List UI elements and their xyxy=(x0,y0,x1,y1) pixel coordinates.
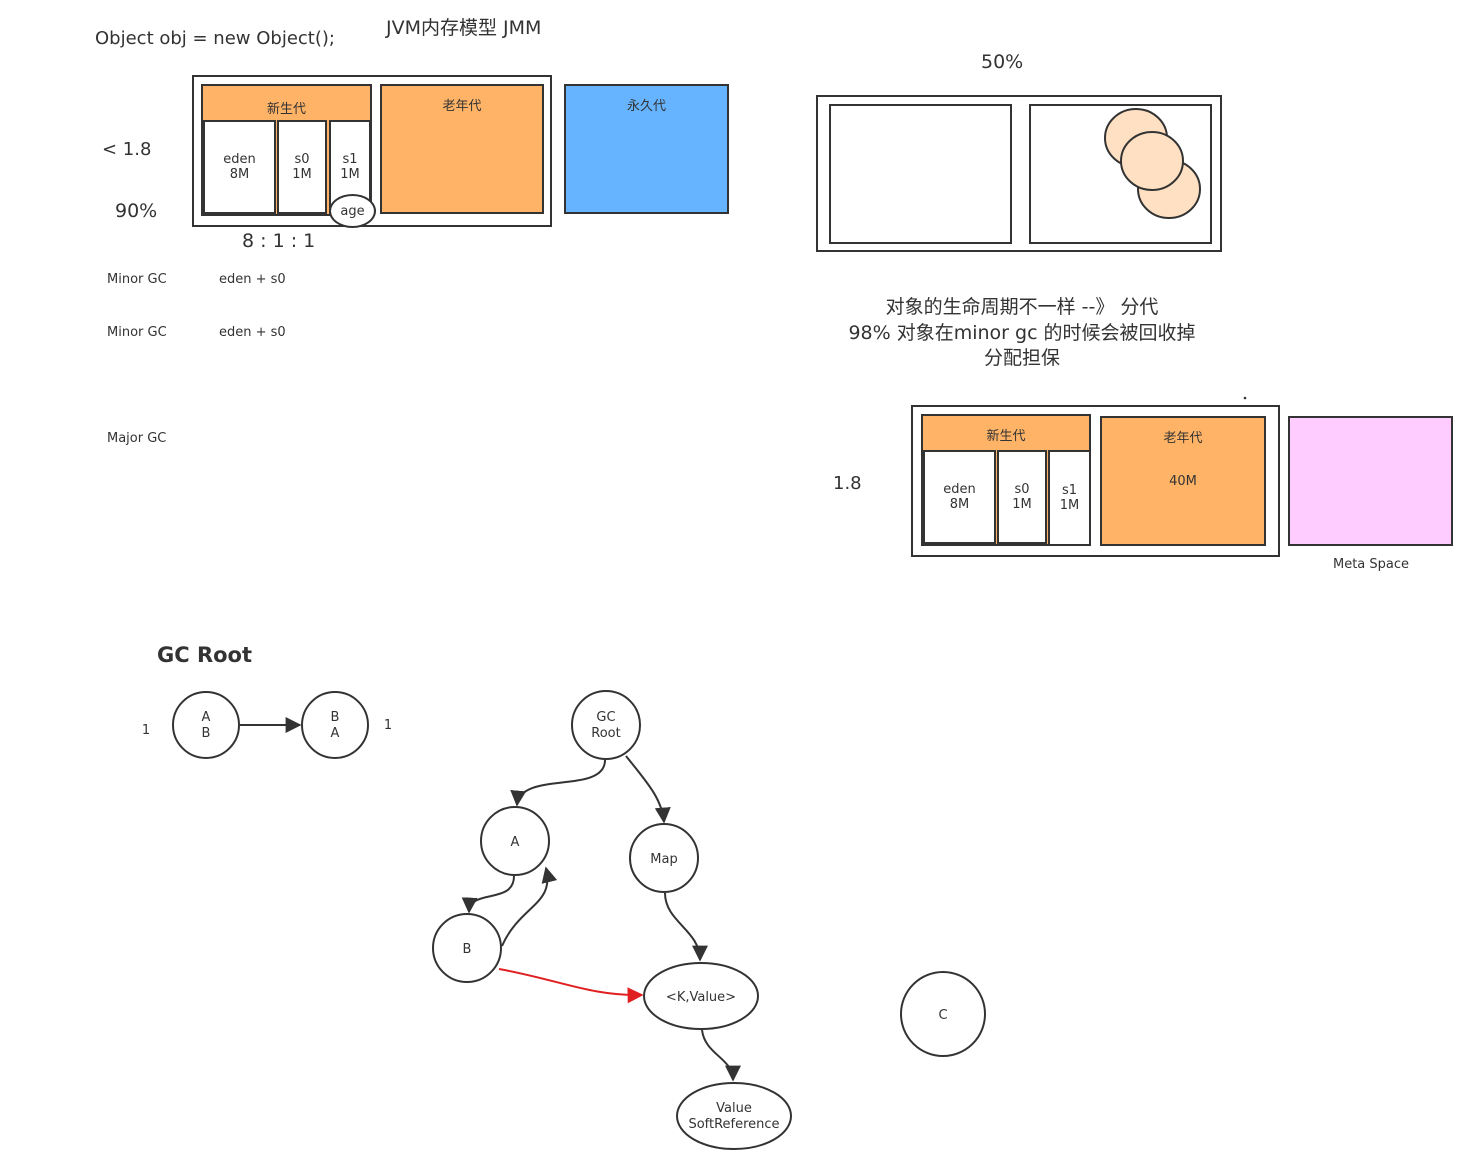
cycle-left-count: 1 xyxy=(142,723,150,738)
cycle-node-ba-line2: A xyxy=(331,726,340,741)
node-c-label: C xyxy=(938,1008,947,1023)
cycle-node-ab xyxy=(172,691,240,759)
object-circle-2 xyxy=(1120,131,1184,191)
cycle-node-ba xyxy=(301,691,369,759)
edge-root-map xyxy=(625,755,671,824)
edge-kv-value xyxy=(701,1029,741,1082)
cycle-node-ab-line1: A xyxy=(202,710,211,725)
edge-b-a xyxy=(501,866,558,947)
edge-root-a xyxy=(510,759,606,807)
diagram-canvas: 1 A B B A 1 GC Root A Map B <K,Value> Va… xyxy=(142,108,1247,1150)
edge-b-kv-red xyxy=(498,968,644,1004)
node-value-line1: Value xyxy=(716,1101,752,1116)
node-gc-root-line1: GC xyxy=(596,710,615,725)
node-map-label: Map xyxy=(650,852,677,867)
cycle-right-count: 1 xyxy=(384,718,392,733)
node-kv-label: <K,Value> xyxy=(666,990,736,1005)
node-gc-root xyxy=(571,690,641,760)
object-circles xyxy=(1104,108,1201,219)
cycle-node-ab-line2: B xyxy=(202,726,211,741)
node-b-label: B xyxy=(463,942,472,957)
cycle-node-ba-line1: B xyxy=(331,710,340,725)
node-gc-root-line2: Root xyxy=(591,726,620,741)
edge-map-kv xyxy=(664,892,708,962)
node-value xyxy=(676,1082,792,1150)
node-a-label: A xyxy=(511,835,520,850)
edge-a-b xyxy=(461,875,515,914)
stray-dot xyxy=(1243,396,1247,400)
node-value-line2: SoftReference xyxy=(688,1117,779,1132)
